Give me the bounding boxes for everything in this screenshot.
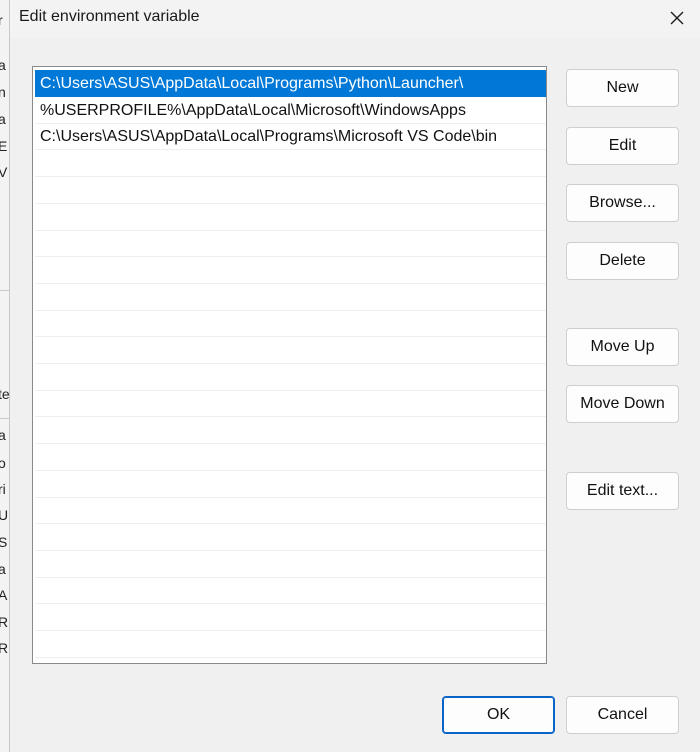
background-text: U	[0, 507, 8, 523]
path-list-empty-row[interactable]	[35, 444, 546, 471]
path-list[interactable]: C:\Users\ASUS\AppData\Local\Programs\Pyt…	[32, 66, 547, 664]
browse-button[interactable]: Browse...	[566, 184, 679, 222]
path-list-empty-row[interactable]	[35, 631, 546, 658]
close-icon	[670, 11, 684, 25]
background-text: o	[0, 455, 6, 471]
ok-button[interactable]: OK	[442, 696, 555, 734]
path-list-empty-row[interactable]	[35, 471, 546, 498]
path-list-empty-row[interactable]	[35, 284, 546, 311]
background-text: r	[0, 12, 3, 28]
edit-text-button[interactable]: Edit text...	[566, 472, 679, 510]
path-list-item[interactable]: C:\Users\ASUS\AppData\Local\Programs\Pyt…	[35, 70, 546, 97]
path-list-empty-row[interactable]	[35, 204, 546, 231]
path-list-empty-row[interactable]	[35, 551, 546, 578]
path-list-empty-row[interactable]	[35, 257, 546, 284]
path-list-empty-row[interactable]	[35, 497, 546, 524]
edit-environment-variable-dialog: Edit environment variable C:\Users\ASUS\…	[9, 0, 700, 752]
new-button[interactable]: New	[566, 69, 679, 107]
background-text: ri	[0, 481, 6, 497]
path-list-empty-row[interactable]	[35, 364, 546, 391]
background-text: n	[0, 84, 6, 100]
background-text: R	[0, 640, 8, 656]
background-text: A	[0, 587, 7, 603]
background-text: a	[0, 57, 6, 73]
background-text: a	[0, 561, 6, 577]
path-list-empty-row[interactable]	[35, 177, 546, 204]
background-text: E	[0, 138, 7, 154]
path-list-empty-row[interactable]	[35, 604, 546, 631]
path-list-empty-row[interactable]	[35, 310, 546, 337]
path-list-empty-row[interactable]	[35, 337, 546, 364]
move-up-button[interactable]: Move Up	[566, 328, 679, 366]
path-list-empty-row[interactable]	[35, 577, 546, 604]
close-button[interactable]	[654, 0, 700, 36]
background-text: a	[0, 427, 6, 443]
background-text: a	[0, 111, 6, 127]
dialog-title: Edit environment variable	[19, 8, 200, 25]
delete-button[interactable]: Delete	[566, 242, 679, 280]
title-bar: Edit environment variable	[10, 0, 700, 38]
background-text: R	[0, 614, 8, 630]
path-list-item[interactable]: C:\Users\ASUS\AppData\Local\Programs\Mic…	[35, 123, 546, 150]
path-list-empty-row[interactable]	[35, 150, 546, 177]
path-list-empty-row[interactable]	[35, 417, 546, 444]
move-down-button[interactable]: Move Down	[566, 385, 679, 423]
background-text: S	[0, 534, 7, 550]
path-list-empty-row[interactable]	[35, 390, 546, 417]
cancel-button[interactable]: Cancel	[566, 696, 679, 734]
path-list-item[interactable]: %USERPROFILE%\AppData\Local\Microsoft\Wi…	[35, 97, 546, 124]
edit-button[interactable]: Edit	[566, 127, 679, 165]
path-list-empty-row[interactable]	[35, 230, 546, 257]
path-list-empty-row[interactable]	[35, 524, 546, 551]
background-text: V	[0, 164, 7, 180]
